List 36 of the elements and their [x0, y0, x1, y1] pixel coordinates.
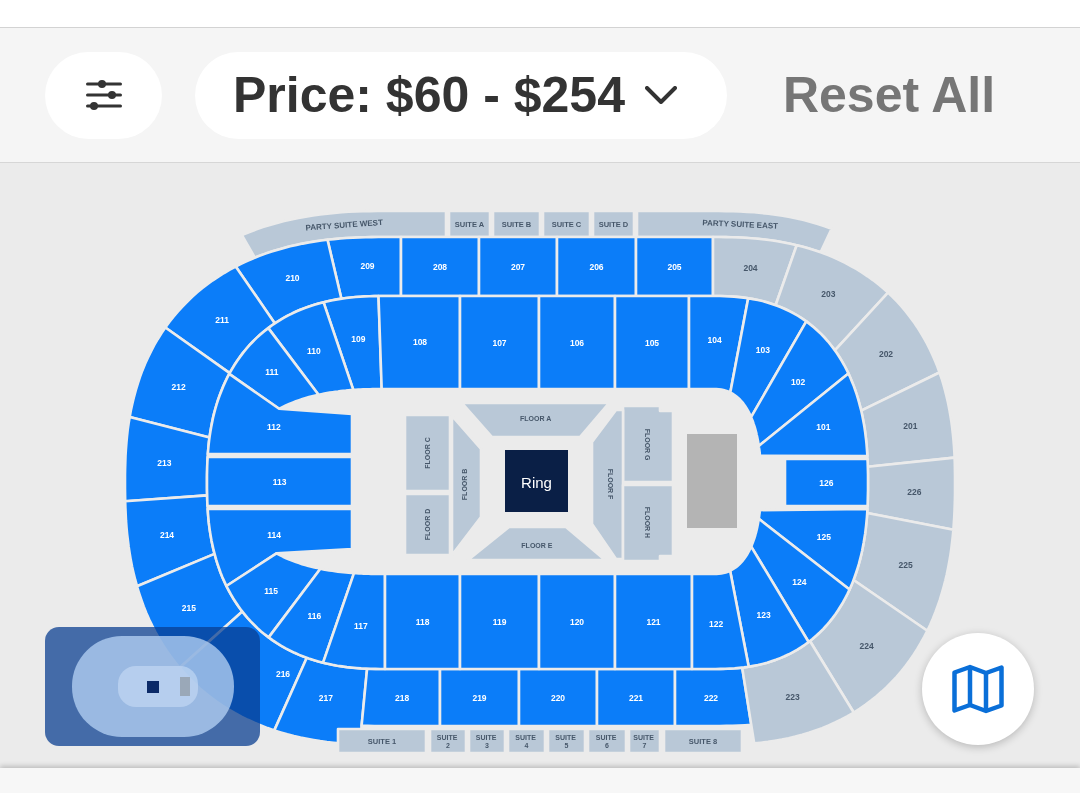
seat-section[interactable]: 223: [740, 639, 855, 745]
seat-section[interactable]: 108: [377, 294, 462, 391]
price-dropdown[interactable]: Price: $60 - $254: [195, 51, 727, 139]
sliders-icon: [85, 80, 122, 110]
seat-section[interactable]: 104: [687, 294, 750, 394]
boxing-ring: Ring: [505, 450, 568, 512]
map-view-button[interactable]: [922, 633, 1034, 745]
seat-section[interactable]: 113: [205, 455, 354, 508]
seat-section[interactable]: 218: [360, 667, 442, 728]
seat-section[interactable]: 114: [206, 507, 354, 588]
minimap[interactable]: [45, 627, 260, 746]
map-icon: [952, 664, 1004, 714]
seat-section[interactable]: 107: [458, 294, 541, 391]
seat-section[interactable]: 219: [438, 667, 521, 728]
seat-section[interactable]: 118: [383, 572, 462, 671]
seat-section[interactable]: 208: [399, 235, 481, 298]
seat-section[interactable]: 226: [865, 456, 957, 531]
seat-section[interactable]: 201: [859, 371, 956, 468]
seat-section[interactable]: 212: [128, 326, 231, 439]
seat-section[interactable]: 120: [537, 572, 617, 671]
seat-section[interactable]: 220: [517, 667, 599, 728]
seat-section[interactable]: 205: [634, 235, 715, 298]
seat-section[interactable]: 221: [595, 667, 677, 728]
seat-section[interactable]: 121: [613, 572, 694, 671]
seat-section[interactable]: 122: [690, 569, 750, 671]
seat-section[interactable]: 214: [123, 494, 216, 588]
seat-section[interactable]: 119: [458, 572, 541, 671]
seat-section[interactable]: 213: [123, 415, 211, 503]
seat-section[interactable]: 206: [555, 235, 638, 298]
reset-all-button[interactable]: Reset All: [782, 67, 996, 123]
seat-section[interactable]: 126: [783, 457, 870, 508]
seat-section[interactable]: 117: [321, 571, 387, 671]
seat-section[interactable]: 106: [537, 294, 617, 391]
seat-section[interactable]: 207: [477, 235, 559, 298]
chevron-down-icon: [644, 86, 677, 104]
seat-section[interactable]: 105: [613, 294, 691, 391]
